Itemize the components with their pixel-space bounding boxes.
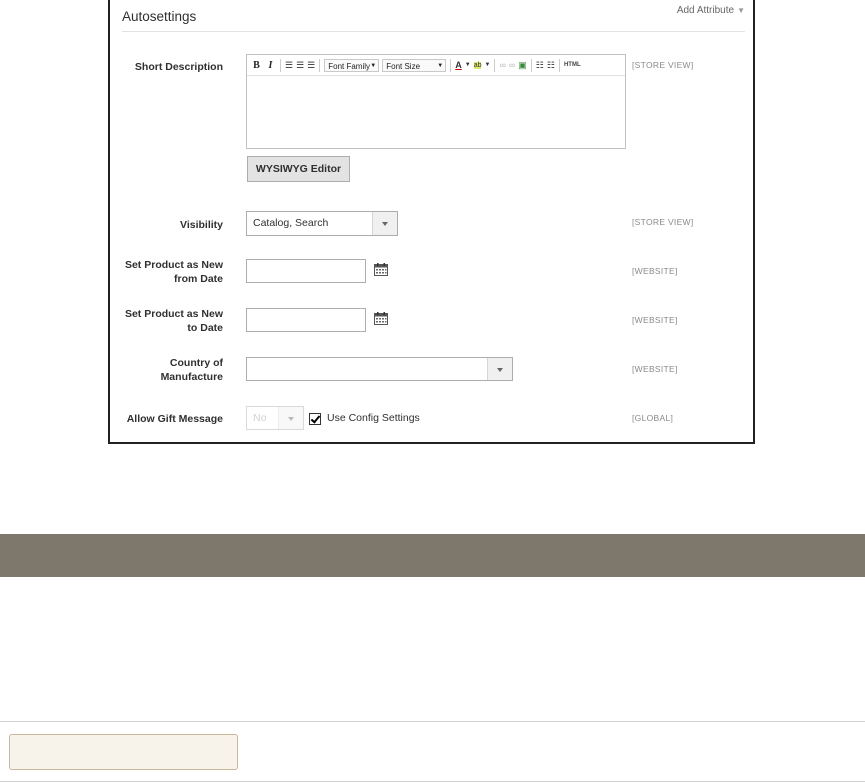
- new-to-date-scope: [WEBSITE]: [632, 315, 678, 325]
- link-icon[interactable]: ∞: [499, 60, 505, 70]
- footer-divider: [0, 721, 865, 722]
- font-size-label: Font Size: [386, 61, 421, 71]
- chevron-down-icon: [372, 212, 397, 235]
- country-select[interactable]: [246, 357, 513, 381]
- visibility-value: Catalog, Search: [253, 217, 329, 229]
- italic-button[interactable]: I: [265, 60, 276, 71]
- new-to-label-line2: to Date: [187, 322, 223, 334]
- chevron-down-icon: ▼: [737, 6, 745, 15]
- panel-divider: [122, 31, 745, 32]
- chevron-down-icon: [278, 407, 303, 429]
- toolbar-separator: [450, 58, 452, 72]
- align-right-icon[interactable]: ☰: [307, 60, 315, 71]
- toolbar-separator: [530, 58, 532, 72]
- bullet-list-icon[interactable]: ☷: [536, 60, 544, 71]
- country-label-line2: Manufacture: [160, 371, 223, 383]
- add-attribute-label: Add Attribute: [676, 5, 735, 16]
- image-icon[interactable]: ▣: [518, 60, 527, 71]
- bold-button[interactable]: B: [251, 60, 262, 71]
- new-from-date-scope: [WEBSITE]: [632, 266, 678, 276]
- chevron-down-icon: ▼: [370, 62, 377, 69]
- use-config-checkbox[interactable]: [309, 413, 321, 425]
- new-from-date-input[interactable]: [246, 259, 366, 283]
- toolbar-separator: [494, 58, 496, 72]
- font-family-label: Font Family: [328, 61, 371, 71]
- new-from-date-label: Set Product as New from Date: [125, 258, 223, 286]
- wysiwyg-editor-button[interactable]: WYSIWYG Editor: [247, 156, 350, 182]
- footer-divider: [0, 781, 865, 782]
- use-config-label[interactable]: Use Config Settings: [327, 412, 420, 424]
- footer-input[interactable]: [9, 734, 238, 770]
- new-from-label-line2: from Date: [173, 273, 223, 285]
- editor-toolbar: B I ☰ ☰ ☰ Font Family ▼ Font Size ▼ A ▼ ab…: [247, 55, 625, 76]
- short-description-scope: [STORE VIEW]: [632, 60, 694, 70]
- html-source-button[interactable]: HTML: [564, 62, 581, 68]
- visibility-label: Visibility: [180, 219, 223, 231]
- font-family-select[interactable]: Font Family ▼: [324, 58, 380, 72]
- font-size-select[interactable]: Font Size ▼: [382, 58, 447, 72]
- toolbar-separator: [319, 58, 321, 72]
- country-label-line1: Country of: [169, 357, 223, 369]
- calendar-icon[interactable]: [374, 312, 388, 325]
- gift-message-select[interactable]: No: [246, 406, 304, 430]
- add-attribute-dropdown[interactable]: Add Attribute ▼: [677, 5, 745, 16]
- short-description-label: Short Description: [134, 61, 223, 73]
- visibility-scope: [STORE VIEW]: [632, 217, 694, 227]
- gift-message-value: No: [253, 412, 267, 424]
- chevron-down-icon[interactable]: ▼: [484, 62, 490, 68]
- toolbar-separator: [558, 58, 560, 72]
- country-label: Country of Manufacture: [161, 356, 223, 384]
- numbered-list-icon[interactable]: ☷: [547, 60, 555, 71]
- autosettings-panel: Autosettings Add Attribute ▼ Short Descri…: [108, 0, 755, 444]
- gift-message-label: Allow Gift Message: [126, 413, 223, 425]
- panel-title: Autosettings: [122, 9, 197, 24]
- chevron-down-icon: ▼: [437, 62, 444, 69]
- short-description-editor[interactable]: B I ☰ ☰ ☰ Font Family ▼ Font Size ▼ A ▼ ab…: [246, 54, 626, 149]
- gift-message-scope: [GLOBAL]: [632, 413, 674, 423]
- unlink-icon[interactable]: ∞: [509, 60, 515, 70]
- calendar-icon[interactable]: [374, 263, 388, 276]
- visibility-select[interactable]: Catalog, Search: [246, 211, 398, 236]
- section-band: [0, 534, 865, 577]
- align-center-icon[interactable]: ☰: [296, 60, 304, 71]
- align-left-icon[interactable]: ☰: [285, 60, 293, 71]
- new-to-date-label: Set Product as New to Date: [125, 307, 223, 335]
- chevron-down-icon[interactable]: ▼: [465, 62, 471, 68]
- highlight-color-button[interactable]: ab: [473, 61, 482, 69]
- new-from-label-line1: Set Product as New: [124, 259, 223, 271]
- new-to-label-line1: Set Product as New: [124, 308, 223, 320]
- toolbar-separator: [280, 58, 281, 72]
- text-color-button[interactable]: A: [455, 60, 462, 70]
- chevron-down-icon: [487, 358, 512, 380]
- editor-content-area[interactable]: [247, 76, 625, 148]
- new-to-date-input[interactable]: [246, 308, 366, 332]
- country-scope: [WEBSITE]: [632, 364, 678, 374]
